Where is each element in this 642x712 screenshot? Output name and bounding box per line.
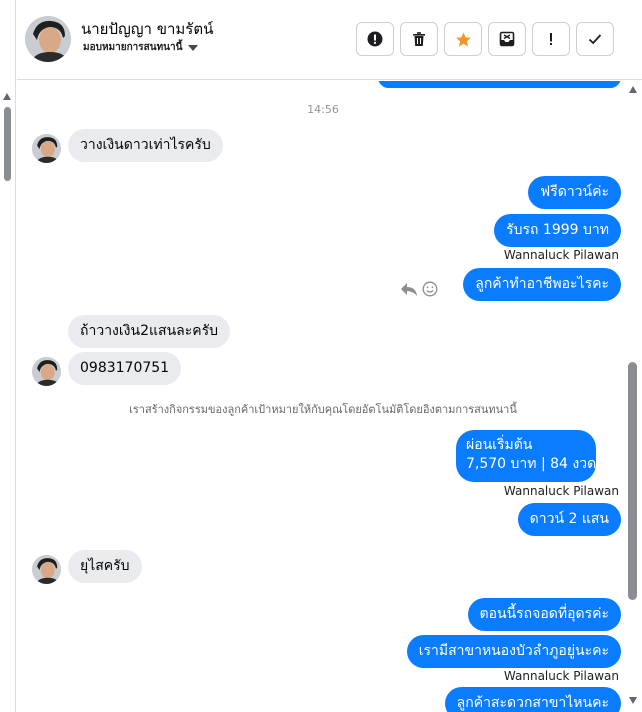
delete-button[interactable] xyxy=(400,22,438,56)
message-bubble-incoming[interactable]: 0983170751 xyxy=(68,352,182,385)
message-bubble-outgoing[interactable]: ดาวน์ 2 แสน xyxy=(517,503,621,536)
caret-down-icon xyxy=(188,44,199,51)
star-button[interactable] xyxy=(444,22,482,56)
conversation-header: นายปัญญา ขามรัตน์ มอบหมายการสนทนานี้ xyxy=(17,0,642,80)
message-bubble-outgoing[interactable]: ลูกค้าทำอาชีพอะไรคะ xyxy=(463,268,621,301)
important-button[interactable] xyxy=(532,22,570,56)
message-bubble-outgoing[interactable]: ผ่อนเริ่มต้น 7,570 บาท | 84 งวด xyxy=(456,430,596,482)
message-bubble-incoming[interactable]: วางเงินดาวเท่าไรครับ xyxy=(68,129,223,162)
check-icon xyxy=(588,34,602,45)
message-bubble-outgoing[interactable]: ลูกค้าสะดวกสาขาไหนคะ xyxy=(444,687,621,712)
scroll-up-arrow-icon[interactable] xyxy=(3,93,11,100)
left-panel-scrollbar[interactable] xyxy=(0,0,16,712)
assign-conversation-dropdown[interactable]: มอบหมายการสนทนานี้ xyxy=(83,40,199,55)
contact-name: นายปัญญา ขามรัตน์ xyxy=(81,20,214,38)
contact-message-avatar xyxy=(32,555,61,584)
message-bubble-outgoing-partial[interactable] xyxy=(378,81,621,88)
exclamation-circle-icon xyxy=(367,31,383,47)
emoji-reaction-icon[interactable] xyxy=(422,281,438,297)
message-hover-actions xyxy=(400,281,438,297)
scrollbar-thumb[interactable] xyxy=(4,107,11,181)
scroll-up-arrow-icon[interactable] xyxy=(629,86,637,93)
archive-icon xyxy=(499,31,515,47)
alert-button[interactable] xyxy=(356,22,394,56)
assign-label: มอบหมายการสนทนานี้ xyxy=(83,42,183,53)
message-bubble-incoming[interactable]: ยุไสครับ xyxy=(68,550,142,583)
exclamation-icon xyxy=(550,33,552,45)
message-thread[interactable]: 14:56 วางเงินดาวเท่าไรครับ ฟรีดาวน์ค่ะ ร… xyxy=(17,81,625,712)
message-line: 7,570 บาท | 84 งวด xyxy=(466,456,597,472)
thread-scrollbar[interactable] xyxy=(625,81,642,712)
scroll-down-arrow-icon[interactable] xyxy=(629,697,637,704)
sender-name: Wannaluck Pilawan xyxy=(503,248,619,262)
message-bubble-outgoing[interactable]: รับรถ 1999 บาท xyxy=(494,214,621,247)
scrollbar-thumb[interactable] xyxy=(628,362,637,600)
archive-button[interactable] xyxy=(488,22,526,56)
contact-message-avatar xyxy=(32,134,61,163)
message-line: ผ่อนเริ่มต้น xyxy=(466,437,533,453)
contact-message-avatar xyxy=(32,357,61,386)
done-button[interactable] xyxy=(576,22,614,56)
sender-name: Wannaluck Pilawan xyxy=(503,484,619,498)
sender-name: Wannaluck Pilawan xyxy=(503,669,619,683)
message-bubble-incoming[interactable]: ถ้าวางเงิน2แสนละครับ xyxy=(68,315,231,348)
message-bubble-outgoing[interactable]: ตอนนี้รถจอดที่อุดรค่ะ xyxy=(467,598,621,631)
trash-icon xyxy=(413,32,425,46)
message-bubble-outgoing[interactable]: เรามีสาขาหนองบัวลำภูอยู่นะคะ xyxy=(406,635,621,668)
reply-icon[interactable] xyxy=(400,281,418,297)
header-action-buttons xyxy=(356,22,614,56)
contact-avatar[interactable] xyxy=(25,16,71,62)
message-timestamp: 14:56 xyxy=(307,103,339,116)
system-notice: เราสร้างกิจกรรมของลูกค้าเป้าหมายให้กับคุ… xyxy=(129,403,517,416)
star-icon xyxy=(455,31,471,47)
message-bubble-outgoing[interactable]: ฟรีดาวน์ค่ะ xyxy=(528,176,621,209)
